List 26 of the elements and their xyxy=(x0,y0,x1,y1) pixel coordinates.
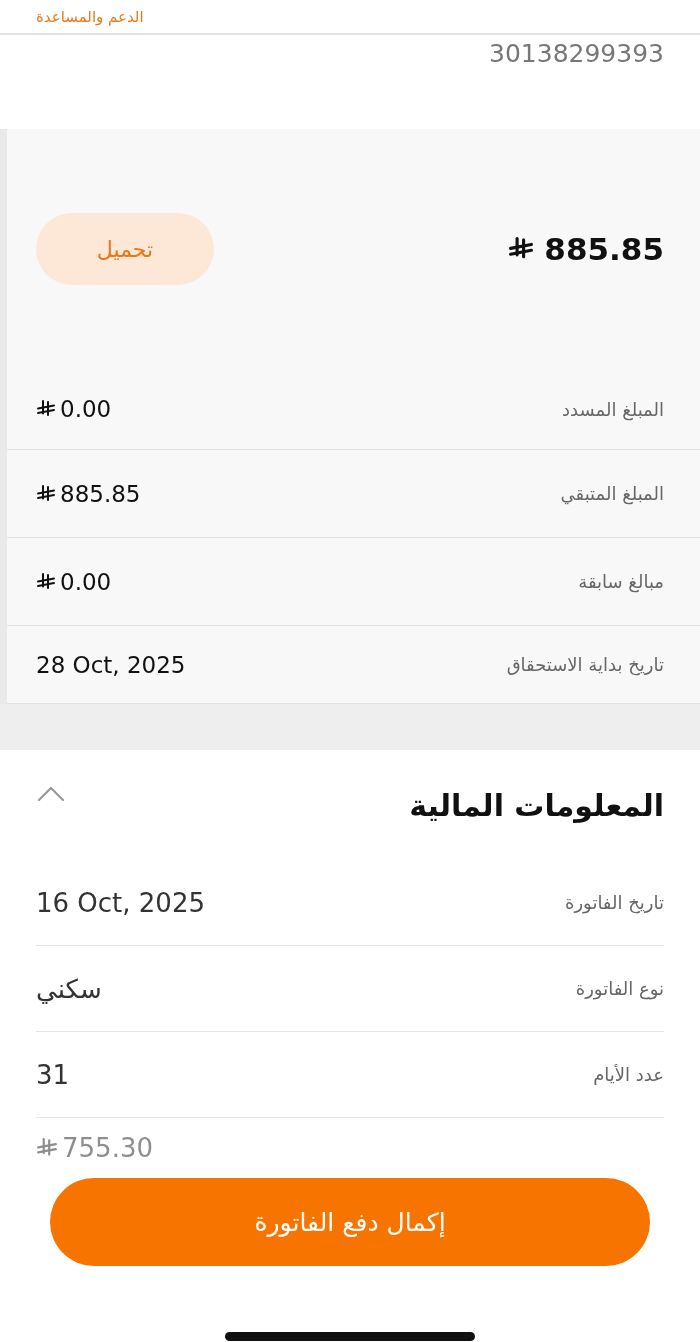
total-amount: 885.85 xyxy=(544,231,664,267)
chevron-icon[interactable] xyxy=(36,785,66,803)
row-label: مبالغ سابقة xyxy=(578,571,664,592)
riyal-icon xyxy=(36,571,56,592)
row-value: 0.00 xyxy=(60,396,112,422)
row-value: 0.00 xyxy=(60,568,112,595)
download-button[interactable]: تحميل xyxy=(36,213,214,285)
riyal-icon xyxy=(36,1137,58,1159)
row-label: نوع الفاتورة xyxy=(575,978,664,999)
row-value: 885.85 xyxy=(60,480,141,507)
row-label: المبلغ المسدد xyxy=(562,398,664,420)
riyal-icon xyxy=(36,399,56,419)
row-value: 16 Oct, 2025 xyxy=(36,887,205,918)
row-label: تاريخ بداية الاستحقاق xyxy=(506,654,664,675)
row-label: المبلغ المتبقي xyxy=(560,483,664,504)
row-label: تاريخ الفاتورة xyxy=(564,892,664,913)
section-title: المعلومات المالية xyxy=(409,787,664,823)
row-label: عدد الأيام xyxy=(593,1064,664,1085)
support-link[interactable]: الدعم والمساعدة xyxy=(36,7,144,33)
riyal-icon xyxy=(36,483,56,504)
pay-button[interactable]: إكمال دفع الفاتورة xyxy=(50,1178,650,1266)
row-value: 31 xyxy=(36,1059,70,1090)
account-number: 30138299393 xyxy=(489,39,664,68)
row-value: 28 Oct, 2025 xyxy=(36,651,186,678)
row-value: 755.30 xyxy=(62,1133,153,1163)
row-value: سكني xyxy=(36,973,102,1004)
